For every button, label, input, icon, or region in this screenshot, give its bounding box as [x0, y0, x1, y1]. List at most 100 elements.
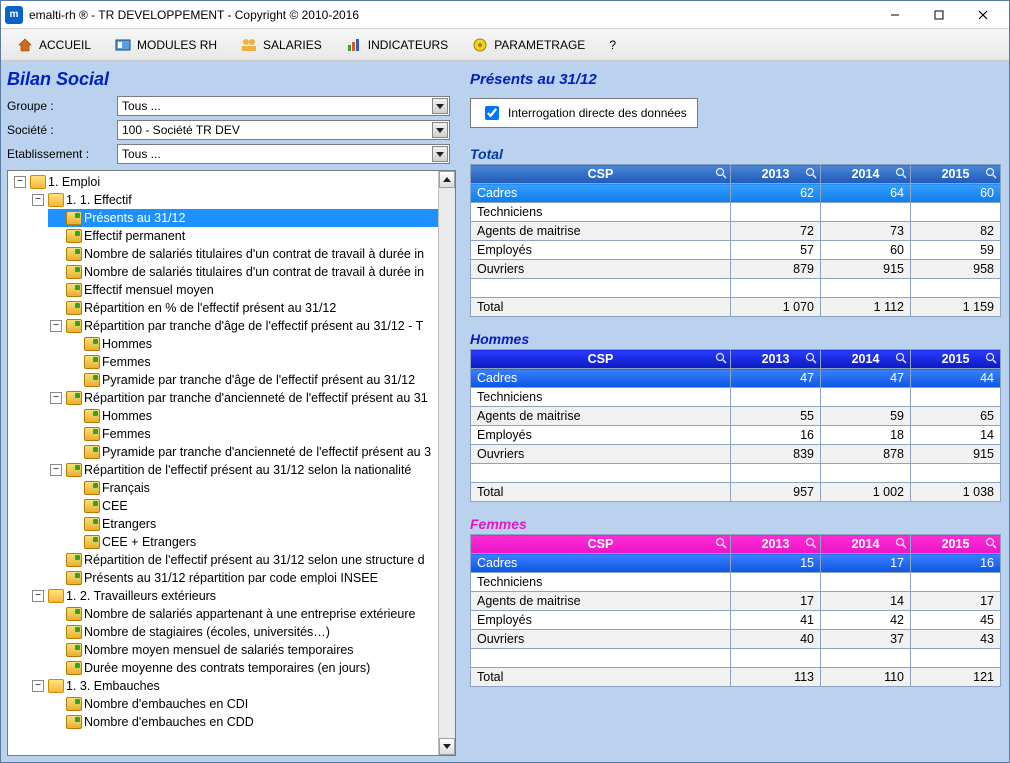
scroll-track[interactable] [439, 188, 455, 738]
report-icon [84, 427, 100, 441]
tree-spacer [68, 536, 80, 548]
tree-node[interactable]: −1. 2. Travailleurs extérieurs [30, 587, 438, 605]
menu-indicateurs[interactable]: INDICATEURS [336, 34, 458, 56]
direct-query-checkbox[interactable] [485, 106, 499, 120]
table-row[interactable]: Agents de maitrise727382 [471, 222, 1001, 241]
right-pane: Présents au 31/12 Interrogation directe … [456, 61, 1009, 762]
collapse-icon[interactable]: − [32, 680, 44, 692]
tree-node[interactable]: −Répartition par tranche d'âge de l'effe… [48, 317, 438, 335]
tree-view[interactable]: −1. Emploi−1. 1. EffectifPrésents au 31/… [8, 171, 438, 755]
collapse-icon[interactable]: − [50, 464, 62, 476]
tree-node[interactable]: Pyramide par tranche d'ancienneté de l'e… [66, 443, 438, 461]
tree-node[interactable]: Femmes [66, 425, 438, 443]
collapse-icon[interactable]: − [50, 320, 62, 332]
tree-node[interactable]: CEE [66, 497, 438, 515]
column-header-year[interactable]: 2014 [821, 350, 911, 369]
tree-node-label: Nombre d'embauches en CDI [84, 695, 248, 713]
menu-accueil[interactable]: ACCUEIL [7, 34, 101, 56]
tree-node[interactable]: − 1. 1. Effectif [30, 191, 438, 209]
tree-node[interactable]: Nombre de salariés appartenant à une ent… [48, 605, 438, 623]
direct-query-label: Interrogation directe des données [508, 106, 687, 120]
table-row[interactable]: Employés414245 [471, 611, 1001, 630]
column-header-csp[interactable]: CSP [471, 535, 731, 554]
row-label: Cadres [471, 184, 731, 203]
tree-node[interactable]: Présents au 31/12 répartition par code e… [48, 569, 438, 587]
collapse-icon[interactable]: − [32, 590, 44, 602]
scroll-down-button[interactable] [439, 738, 455, 755]
tree-scrollbar[interactable] [438, 171, 455, 755]
tree-node[interactable]: Répartition de l'effectif présent au 31/… [48, 551, 438, 569]
tree-node[interactable]: Nombre moyen mensuel de salariés tempora… [48, 641, 438, 659]
menu-parametrage[interactable]: PARAMETRAGE [462, 34, 595, 56]
tree-node[interactable]: Nombre d'embauches en CDD [48, 713, 438, 731]
collapse-icon[interactable]: − [50, 392, 62, 404]
column-header-year[interactable]: 2014 [821, 535, 911, 554]
salaries-icon [241, 37, 257, 53]
tree-node[interactable]: −Répartition de l'effectif présent au 31… [48, 461, 438, 479]
table-row[interactable]: Techniciens [471, 203, 1001, 222]
tree-node[interactable]: Effectif mensuel moyen [48, 281, 438, 299]
table-row[interactable]: Ouvriers879915958 [471, 260, 1001, 279]
menu-modules-rh[interactable]: MODULES RH [105, 34, 227, 56]
menu-help[interactable]: ? [599, 35, 626, 55]
collapse-icon[interactable]: − [14, 176, 26, 188]
folder-icon [30, 175, 46, 189]
column-header-year[interactable]: 2013 [731, 350, 821, 369]
table-row[interactable]: Employés576059 [471, 241, 1001, 260]
collapse-icon[interactable]: − [32, 194, 44, 206]
tree-node[interactable]: Nombre de salariés titulaires d'un contr… [48, 245, 438, 263]
tree-node[interactable]: CEE + Etrangers [66, 533, 438, 551]
column-header-year[interactable]: 2013 [731, 165, 821, 184]
table-row[interactable]: Ouvriers839878915 [471, 445, 1001, 464]
column-header-year[interactable]: 2015 [911, 350, 1001, 369]
table-row[interactable]: Techniciens [471, 573, 1001, 592]
table-row[interactable]: Cadres474744 [471, 369, 1001, 388]
tree-node[interactable]: Répartition en % de l'effectif présent a… [48, 299, 438, 317]
tree-node[interactable]: Durée moyenne des contrats temporaires (… [48, 659, 438, 677]
menu-modules-label: MODULES RH [137, 38, 217, 52]
tree-node[interactable]: Femmes [66, 353, 438, 371]
column-header-year[interactable]: 2015 [911, 535, 1001, 554]
minimize-button[interactable] [873, 1, 917, 29]
table-row[interactable]: Ouvriers403743 [471, 630, 1001, 649]
column-header-year[interactable]: 2014 [821, 165, 911, 184]
tree-node[interactable]: −1. 3. Embauches [30, 677, 438, 695]
tree-node[interactable]: Nombre de salariés titulaires d'un contr… [48, 263, 438, 281]
cell-value: 64 [821, 184, 911, 203]
table-row[interactable]: Cadres151716 [471, 554, 1001, 573]
groupe-select[interactable]: Tous ... [117, 96, 450, 116]
table-row[interactable]: Agents de maitrise555965 [471, 407, 1001, 426]
menu-salaries[interactable]: SALARIES [231, 34, 332, 56]
tree-node[interactable]: Hommes [66, 407, 438, 425]
maximize-button[interactable] [917, 1, 961, 29]
column-header-year[interactable]: 2015 [911, 165, 1001, 184]
tree-node-label: Femmes [102, 353, 151, 371]
tree-node[interactable]: Pyramide par tranche d'âge de l'effectif… [66, 371, 438, 389]
table-row[interactable]: Techniciens [471, 388, 1001, 407]
tree-node[interactable]: −1. Emploi [12, 173, 438, 191]
column-header-year[interactable]: 2013 [731, 535, 821, 554]
column-header-csp[interactable]: CSP [471, 350, 731, 369]
tree-node[interactable]: Hommes [66, 335, 438, 353]
scroll-up-button[interactable] [439, 171, 455, 188]
tree-node[interactable]: Effectif permanent [48, 227, 438, 245]
tree-node[interactable]: Présents au 31/12 [48, 209, 438, 227]
column-header-csp[interactable]: CSP [471, 165, 731, 184]
tree-node-label: 1. 1. Effectif [66, 191, 132, 209]
close-button[interactable] [961, 1, 1005, 29]
tree-node[interactable]: Français [66, 479, 438, 497]
societe-select[interactable]: 100 - Société TR DEV [117, 120, 450, 140]
tree-node[interactable]: Nombre d'embauches en CDI [48, 695, 438, 713]
cell-value: 15 [731, 554, 821, 573]
table-row[interactable]: Cadres626460 [471, 184, 1001, 203]
report-icon [66, 391, 82, 405]
tree-node[interactable]: Etrangers [66, 515, 438, 533]
cell-value: 17 [731, 592, 821, 611]
etablissement-label: Etablissement : [7, 147, 117, 161]
etablissement-select[interactable]: Tous ... [117, 144, 450, 164]
tree-node[interactable]: Nombre de stagiaires (écoles, université… [48, 623, 438, 641]
tree-node[interactable]: −Répartition par tranche d'ancienneté de… [48, 389, 438, 407]
direct-query-checkbox-row[interactable]: Interrogation directe des données [470, 98, 698, 128]
table-row[interactable]: Employés161814 [471, 426, 1001, 445]
table-row[interactable]: Agents de maitrise171417 [471, 592, 1001, 611]
